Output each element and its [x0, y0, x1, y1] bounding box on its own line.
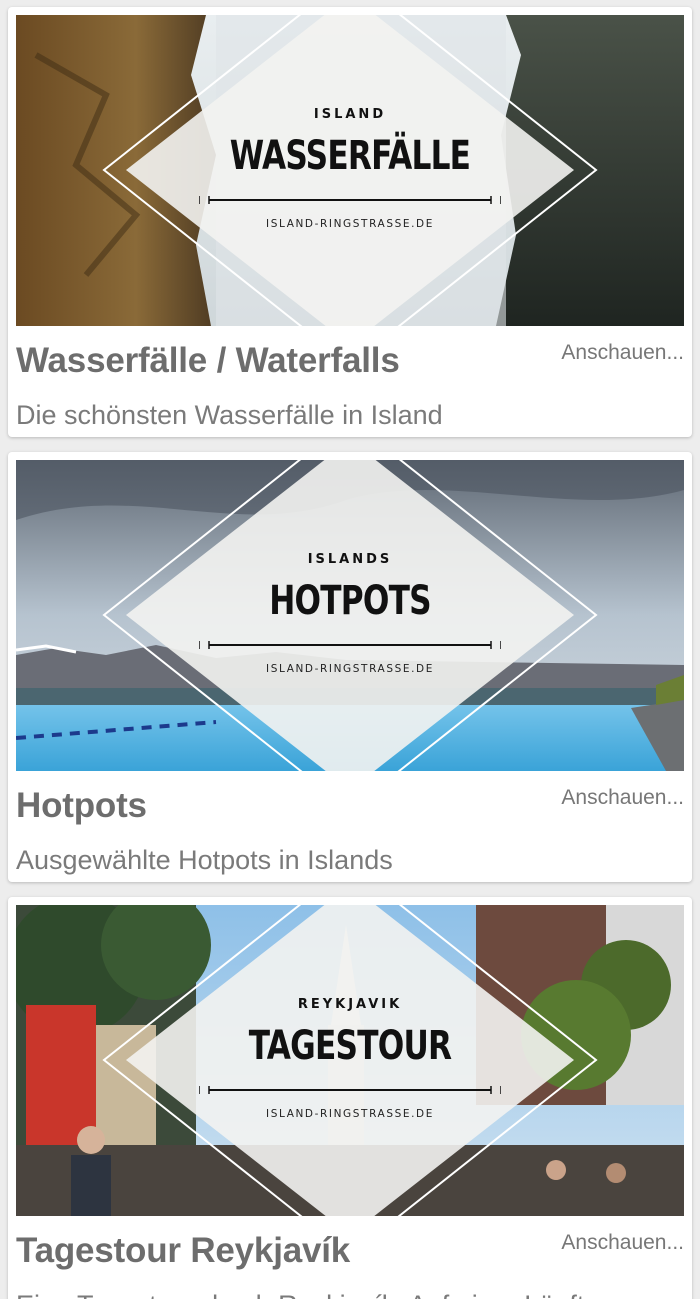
- card-title[interactable]: Tagestour Reykjavík: [16, 1231, 536, 1271]
- badge-site: ISLAND-RINGSTRASSE.DE: [266, 1108, 434, 1120]
- view-link[interactable]: Anschauen...: [561, 1231, 684, 1255]
- badge-title: TAGESTOUR: [248, 1023, 452, 1069]
- view-link[interactable]: Anschauen...: [561, 786, 684, 810]
- badge-divider: [199, 641, 501, 649]
- view-link[interactable]: Anschauen...: [561, 341, 684, 365]
- hotpot-image[interactable]: ISLANDS HOTPOTS ISLAND-RINGSTRASSE.DE: [16, 460, 684, 771]
- article-card-hotpots[interactable]: ISLANDS HOTPOTS ISLAND-RINGSTRASSE.DE Ho…: [8, 452, 692, 882]
- badge-site: ISLAND-RINGSTRASSE.DE: [266, 663, 434, 675]
- reykjavik-image[interactable]: REYKJAVIK TAGESTOUR ISLAND-RINGSTRASSE.D…: [16, 905, 684, 1216]
- card-subtitle: Eine Tagestour durch Reykjavík. Auf eine…: [16, 1290, 684, 1299]
- badge-title: WASSERFÄLLE: [229, 133, 471, 179]
- badge-kicker: ISLAND: [313, 107, 387, 122]
- article-card-waterfalls[interactable]: ISLAND WASSERFÄLLE ISLAND-RINGSTRASSE.DE…: [8, 7, 692, 437]
- card-subtitle: Ausgewählte Hotpots in Islands: [16, 845, 393, 875]
- article-feed: ISLAND WASSERFÄLLE ISLAND-RINGSTRASSE.DE…: [0, 0, 700, 1299]
- badge-divider: [199, 1086, 501, 1094]
- card-title[interactable]: Hotpots: [16, 786, 536, 826]
- badge-site: ISLAND-RINGSTRASSE.DE: [266, 218, 434, 230]
- badge-divider: [199, 196, 501, 204]
- badge-kicker: REYKJAVIK: [297, 997, 403, 1012]
- card-subtitle: Die schönsten Wasserfälle in Island: [16, 400, 443, 430]
- badge-kicker: ISLANDS: [307, 552, 393, 567]
- card-title[interactable]: Wasserfälle / Waterfalls: [16, 341, 536, 381]
- waterfall-image[interactable]: ISLAND WASSERFÄLLE ISLAND-RINGSTRASSE.DE: [16, 15, 684, 326]
- badge-title: HOTPOTS: [269, 578, 431, 624]
- article-card-reykjavik[interactable]: REYKJAVIK TAGESTOUR ISLAND-RINGSTRASSE.D…: [8, 897, 692, 1299]
